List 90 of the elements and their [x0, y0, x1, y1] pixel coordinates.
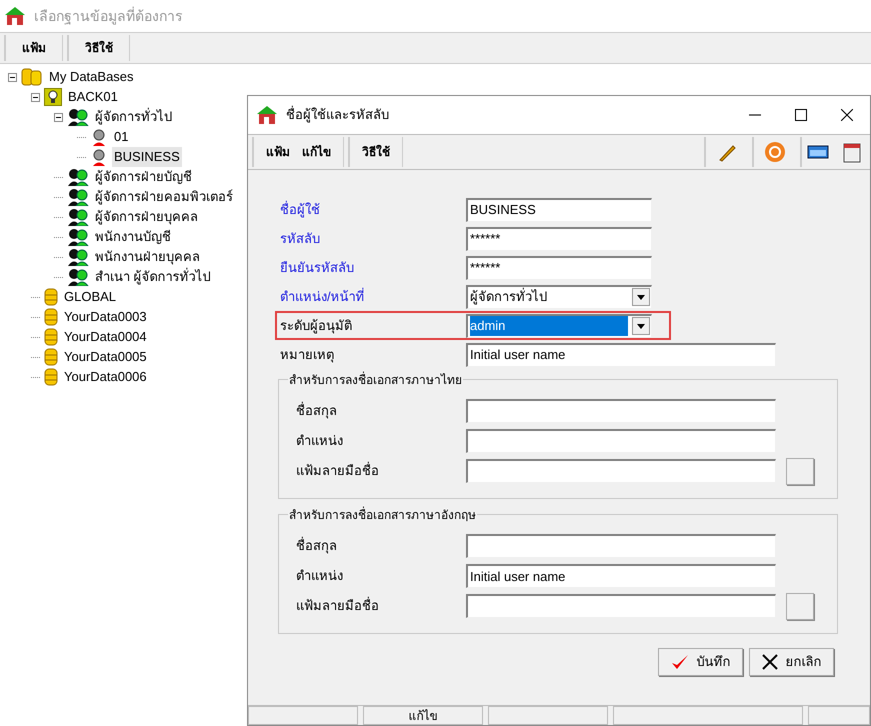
- lightbulb-icon: [44, 88, 62, 106]
- database-icon: [44, 308, 58, 326]
- tree-item[interactable]: YourData0005: [62, 347, 149, 367]
- circle-icon: [764, 141, 786, 163]
- people-icon: [67, 188, 89, 206]
- field-value: admin: [470, 316, 628, 336]
- people-icon: [67, 248, 89, 266]
- people-icon: [67, 228, 89, 246]
- tree-item[interactable]: สำเนา ผู้จัดการทั่วไป: [93, 267, 213, 287]
- field-label: ชื่อสกุล: [295, 536, 338, 556]
- people-icon: [67, 168, 89, 186]
- dropdown[interactable]: admin: [466, 314, 652, 338]
- input-field[interactable]: BUSINESS: [466, 198, 652, 222]
- field-label: ตำแหน่ง: [295, 432, 344, 450]
- field-value: Initial user name: [470, 568, 566, 586]
- input-field[interactable]: [466, 399, 776, 423]
- database-icon: [44, 328, 58, 346]
- field-label: ระดับผู้อนุมัติ: [280, 316, 353, 336]
- tree-item[interactable]: พนักงานฝ่ายบุคคล: [93, 247, 202, 267]
- collapse-toggle[interactable]: [54, 112, 63, 122]
- collapse-toggle[interactable]: [8, 72, 17, 82]
- tree-item[interactable]: YourData0004: [62, 327, 149, 347]
- database-icon: [21, 68, 43, 86]
- minus-icon: [10, 74, 15, 80]
- status-panel: แก้ไข: [363, 706, 483, 725]
- minus-icon: [33, 94, 38, 100]
- menu-item[interactable]: แฟ้ม: [4, 35, 63, 61]
- menu-item[interactable]: วิธีใช้: [67, 35, 130, 61]
- dropdown[interactable]: ผู้จัดการทั่วไป: [466, 284, 652, 308]
- tree-item[interactable]: ผู้จัดการทั่วไป: [93, 107, 174, 127]
- browse-button[interactable]: [786, 592, 814, 620]
- tree-item[interactable]: BACK01: [66, 87, 120, 107]
- dialog-title: ชื่อผู้ใช้และรหัสลับ: [286, 105, 389, 124]
- input-field[interactable]: [466, 534, 776, 558]
- input-field[interactable]: ******: [466, 226, 652, 250]
- menu-item[interactable]: แก้ไข: [302, 143, 331, 161]
- field-value: ******: [470, 230, 502, 248]
- field-label: รหัสลับ: [280, 230, 321, 248]
- input-field[interactable]: ******: [466, 256, 652, 280]
- group-title: สำหรับการลงชื่อเอกสารภาษาอังกฤษ: [288, 506, 477, 524]
- app-icon: [4, 6, 26, 26]
- tree-item[interactable]: My DataBases: [47, 67, 136, 87]
- database-icon: [44, 368, 58, 386]
- menu-item[interactable]: แฟ้ม: [266, 143, 290, 161]
- field-label: ตำแหน่ง/หน้าที่: [280, 286, 366, 306]
- maximize-icon: [795, 109, 807, 121]
- database-icon: [44, 288, 58, 306]
- tree-item[interactable]: YourData0006: [62, 367, 149, 387]
- field-label: หมายเหตุ: [280, 346, 335, 364]
- app-icon: [256, 105, 278, 125]
- people-icon: [67, 268, 89, 286]
- input-field[interactable]: [466, 429, 776, 453]
- database-icon: [44, 348, 58, 366]
- field-label: ยืนยันรหัสลับ: [280, 258, 355, 277]
- tree-item[interactable]: GLOBAL: [62, 287, 118, 307]
- tree-item[interactable]: YourData0003: [62, 307, 149, 327]
- input-field[interactable]: [466, 594, 776, 618]
- menu-item[interactable]: วิธีใช้: [362, 143, 390, 161]
- save-button[interactable]: บันทึก: [658, 648, 743, 676]
- calendar-icon: [843, 141, 861, 163]
- tree-item[interactable]: BUSINESS: [112, 147, 182, 167]
- browse-button[interactable]: [786, 458, 814, 484]
- minus-icon: [56, 114, 61, 120]
- field-value: ผู้จัดการทั่วไป: [470, 287, 548, 306]
- field-label: ชื่อผู้ใช้: [280, 200, 321, 220]
- tree-item[interactable]: 01: [112, 127, 130, 147]
- window-title: เลือกฐานข้อมูลที่ต้องการ: [34, 6, 183, 26]
- field-label: ตำแหน่ง: [295, 567, 344, 586]
- person-icon: [90, 128, 108, 146]
- close-icon: [841, 109, 853, 121]
- input-field[interactable]: Initial user name: [466, 564, 776, 588]
- person-icon: [90, 148, 108, 166]
- tree-item[interactable]: ผู้จัดการฝ่ายบัญชี: [93, 167, 194, 187]
- x-icon: [762, 654, 778, 670]
- collapse-toggle[interactable]: [31, 92, 40, 102]
- field-value: Initial user name: [470, 346, 566, 364]
- field-label: ชื่อสกุล: [295, 401, 338, 420]
- checkmark-icon: [670, 654, 688, 670]
- tree-item[interactable]: พนักงานบัญชี: [93, 227, 173, 247]
- people-icon: [67, 208, 89, 226]
- field-value: ******: [470, 259, 502, 278]
- people-icon: [67, 108, 89, 126]
- field-label: แฟ้มลายมือชื่อ: [295, 461, 380, 480]
- cancel-button[interactable]: ยกเลิก: [749, 648, 834, 676]
- input-field[interactable]: [466, 459, 776, 483]
- tree-item[interactable]: ผู้จัดการฝ่ายบุคคล: [93, 207, 200, 227]
- input-field[interactable]: Initial user name: [466, 342, 776, 366]
- field-label: แฟ้มลายมือชื่อ: [295, 596, 380, 616]
- tree-item[interactable]: ผู้จัดการฝ่ายคอมพิวเตอร์: [93, 187, 235, 207]
- field-value: BUSINESS: [470, 201, 537, 220]
